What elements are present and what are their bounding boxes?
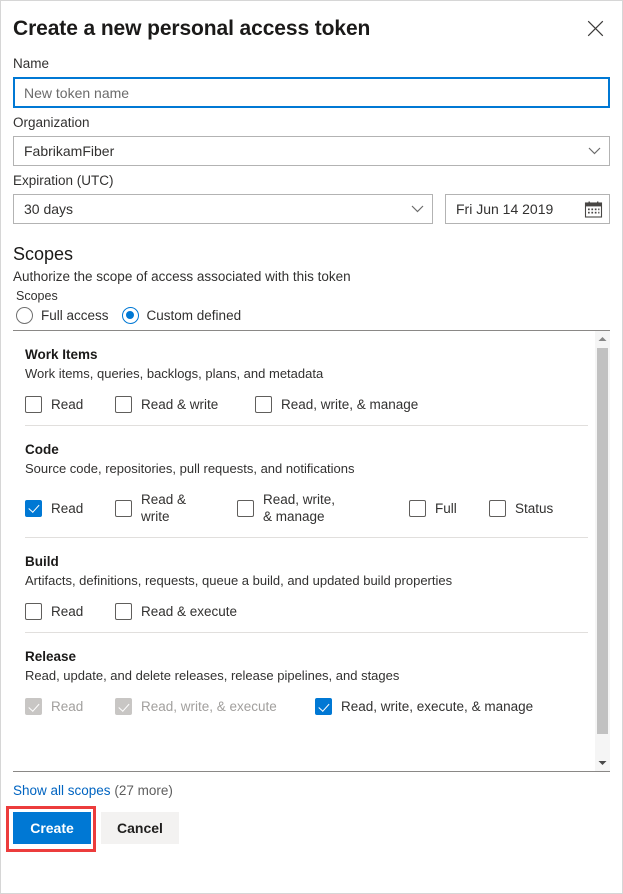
checkbox-code-read[interactable]: Read — [25, 499, 115, 517]
checkbox-label: Read & write — [141, 397, 219, 412]
show-all-scopes-link[interactable]: Show all scopes — [13, 783, 111, 798]
checkbox-label: Read, write, & manage — [281, 397, 419, 412]
calendar-icon[interactable] — [584, 200, 603, 219]
scope-options: Read Read & execute — [25, 603, 588, 620]
scope-group-name: Code — [25, 442, 59, 457]
scope-group-build: Build Artifacts, definitions, requests, … — [25, 538, 588, 633]
checkbox-icon-checked — [315, 698, 332, 715]
scope-group-name: Build — [25, 554, 59, 569]
checkbox-build-read-execute[interactable]: Read & execute — [115, 603, 275, 620]
checkbox-build-read[interactable]: Read — [25, 603, 115, 620]
radio-full-access[interactable]: Full access — [16, 307, 109, 324]
scope-group-work-items: Work Items Work items, queries, backlogs… — [25, 331, 588, 426]
dialog-header: Create a new personal access token — [1, 1, 622, 49]
checkbox-label: Read — [51, 699, 84, 714]
checkbox-release-read-write-execute: Read, write, & execute — [115, 698, 315, 715]
checkbox-label: Read & write — [141, 492, 187, 524]
checkbox-label: Read & execute — [141, 604, 238, 619]
radio-label: Full access — [41, 308, 109, 323]
checkbox-icon — [237, 499, 254, 517]
create-token-dialog: Create a new personal access token Name … — [0, 0, 623, 894]
scope-group-description: Source code, repositories, pull requests… — [25, 461, 355, 476]
checkbox-work-items-read[interactable]: Read — [25, 396, 115, 413]
checkbox-icon — [115, 396, 132, 413]
scope-group-name: Release — [25, 649, 77, 664]
checkbox-label: Read — [51, 500, 84, 516]
show-all-scopes-count: (27 more) — [114, 783, 173, 798]
organization-value: FabrikamFiber — [24, 143, 115, 159]
checkbox-code-full[interactable]: Full — [409, 499, 489, 517]
radio-icon — [16, 307, 33, 324]
scopes-panel: Work Items Work items, queries, backlogs… — [13, 330, 610, 772]
checkbox-work-items-read-write-manage[interactable]: Read, write, & manage — [255, 396, 455, 413]
checkbox-release-read-write-execute-manage[interactable]: Read, write, execute, & manage — [315, 698, 565, 715]
expiration-date-value: Fri Jun 14 2019 — [456, 201, 554, 217]
scopes-scrollbar[interactable] — [594, 331, 610, 771]
cancel-button[interactable]: Cancel — [101, 812, 179, 844]
checkbox-code-status[interactable]: Status — [489, 499, 579, 517]
checkbox-icon — [489, 499, 506, 517]
checkbox-icon-checked — [25, 499, 42, 517]
scope-group-description: Artifacts, definitions, requests, queue … — [25, 573, 453, 588]
scopes-subtitle: Authorize the scope of access associated… — [13, 269, 351, 284]
close-icon[interactable] — [580, 13, 610, 43]
chevron-down-icon — [411, 205, 424, 213]
scope-options: Read Read & write Read, write, & manage — [25, 396, 588, 413]
expiration-value: 30 days — [24, 201, 74, 217]
checkbox-label: Read, write, execute, & manage — [341, 699, 534, 714]
checkbox-icon — [255, 396, 272, 413]
checkbox-icon — [409, 499, 426, 517]
page-title: Create a new personal access token — [13, 17, 371, 40]
scopes-title: Scopes — [13, 244, 74, 264]
checkbox-icon-checked-disabled — [25, 698, 42, 715]
scope-group-code: Code Source code, repositories, pull req… — [25, 426, 588, 538]
token-name-input[interactable]: New token name — [13, 77, 610, 108]
radio-label: Custom defined — [146, 308, 242, 323]
scope-group-release: Release Read, update, and delete release… — [25, 633, 588, 727]
organization-label: Organization — [13, 115, 90, 130]
scroll-up-arrow-icon[interactable] — [595, 331, 610, 347]
chevron-down-icon — [588, 147, 601, 155]
checkbox-icon — [25, 603, 42, 620]
scroll-down-arrow-icon[interactable] — [595, 755, 610, 771]
organization-select[interactable]: FabrikamFiber — [13, 136, 610, 166]
dialog-buttons: Create Cancel — [6, 806, 610, 852]
scope-options: Read Read & write Read, write, & manage … — [25, 491, 588, 525]
name-label: Name — [13, 56, 50, 71]
scope-group-name: Work Items — [25, 347, 98, 362]
checkbox-icon-checked-disabled — [115, 698, 132, 715]
expiration-select[interactable]: 30 days — [13, 194, 433, 224]
dialog-footer: Show all scopes (27 more) Create Cancel — [1, 772, 622, 852]
radio-custom-defined[interactable]: Custom defined — [121, 307, 242, 324]
expiration-date-picker[interactable]: Fri Jun 14 2019 — [445, 194, 610, 224]
show-all-scopes-row: Show all scopes (27 more) — [13, 782, 610, 800]
checkbox-label: Read, write, & execute — [141, 699, 277, 714]
checkbox-release-read: Read — [25, 698, 115, 715]
checkbox-label: Status — [515, 500, 554, 516]
checkbox-work-items-read-write[interactable]: Read & write — [115, 396, 255, 413]
checkbox-label: Read — [51, 604, 84, 619]
checkbox-code-read-write-manage[interactable]: Read, write, & manage — [237, 491, 409, 525]
radio-icon-selected — [121, 307, 139, 324]
checkbox-code-read-write[interactable]: Read & write — [115, 491, 237, 525]
scopes-header: Scopes Authorize the scope of access ass… — [1, 242, 622, 330]
checkbox-label: Full — [435, 500, 457, 516]
create-button[interactable]: Create — [13, 812, 91, 844]
scope-group-description: Read, update, and delete releases, relea… — [25, 668, 400, 683]
checkbox-label: Read, write, & manage — [263, 492, 336, 524]
scope-mode-radio-group: Full access Custom defined — [16, 307, 610, 330]
checkbox-label: Read — [51, 397, 84, 412]
scope-options: Read Read, write, & execute Read, write,… — [25, 698, 588, 715]
checkbox-icon — [25, 396, 42, 413]
scopes-list: Work Items Work items, queries, backlogs… — [13, 331, 594, 771]
token-form: Name New token name Organization Fabrika… — [1, 49, 622, 224]
checkbox-icon — [115, 499, 132, 517]
checkbox-icon — [115, 603, 132, 620]
expiration-label: Expiration (UTC) — [13, 173, 114, 188]
scope-group-description: Work items, queries, backlogs, plans, an… — [25, 366, 324, 381]
scopes-legend: Scopes — [16, 289, 58, 303]
scrollbar-thumb[interactable] — [597, 348, 608, 734]
expiration-row: 30 days Fri Jun 14 2019 — [13, 194, 610, 224]
